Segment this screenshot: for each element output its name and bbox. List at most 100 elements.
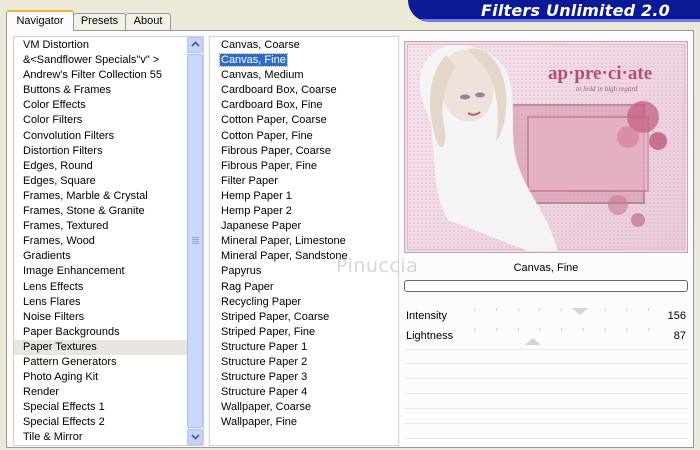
param-lightness[interactable]: Lightness 87 [404,328,688,345]
param-value[interactable]: 156 [668,310,686,322]
filter-item[interactable]: Rag Paper [210,280,398,295]
filter-item[interactable]: Hemp Paper 2 [210,204,398,219]
slider-tick [626,328,627,331]
filter-item-label: Canvas, Medium [221,69,304,82]
category-item[interactable]: Frames, Textured [14,219,188,234]
app-banner: Filters Unlimited 2.0 [408,0,700,22]
preview-title-text: ap·pre·ci·ate [548,63,652,84]
category-item[interactable]: Color Filters [14,113,188,128]
filter-item-label: Mineral Paper, Sandstone [221,250,348,263]
tab-navigator[interactable]: Navigator [6,10,74,31]
category-item[interactable]: Frames, Marble & Crystal [14,189,188,204]
category-item[interactable]: Frames, Stone & Granite [14,204,188,219]
scroll-thumb[interactable] [187,54,203,428]
lightness-slider[interactable] [474,328,649,345]
category-item[interactable]: Gradients [14,249,188,264]
filter-item-label: Fibrous Paper, Coarse [221,144,332,157]
filter-item-label: Structure Paper 4 [221,386,308,399]
filter-item[interactable]: Filter Paper [210,174,398,189]
category-item[interactable]: &<Sandflower Specials"v" > [14,53,188,68]
filter-item[interactable]: Cotton Paper, Coarse [210,113,398,128]
category-item[interactable]: Special Effects 2 [14,415,188,430]
category-item[interactable]: Noise Filters [14,310,188,325]
category-item[interactable]: Paper Textures [14,339,188,355]
filter-item-label: Filter Paper [221,174,278,187]
filter-item[interactable]: Structure Paper 3 [210,370,398,385]
category-items: VM Distortion &<Sandflower Specials"v" > A… [14,37,188,445]
parameter-panel: Intensity 156 Lightness 87 [404,308,688,446]
filter-item[interactable]: Hemp Paper 1 [210,189,398,204]
filter-item[interactable]: Canvas, Fine [210,53,398,68]
tab-about[interactable]: About [125,13,171,30]
category-item[interactable]: Buttons & Frames [14,83,188,98]
category-item[interactable]: Convolution Filters [14,129,188,144]
category-item[interactable]: Edges, Square [14,174,188,189]
filter-item[interactable]: Wallpaper, Coarse [210,400,398,415]
param-label: Lightness [406,330,454,342]
slider-tick [474,328,475,331]
filter-item[interactable]: Mineral Paper, Limestone [210,234,398,249]
filter-item[interactable]: Japanese Paper [210,219,398,234]
intensity-slider[interactable] [474,308,649,325]
filter-item-label: Wallpaper, Fine [221,416,298,429]
slider-thumb[interactable] [525,338,541,345]
filter-item[interactable]: Structure Paper 4 [210,385,398,400]
filter-items: Canvas, Coarse Canvas, Fine Canvas, Medium… [210,37,398,445]
filter-item[interactable]: Canvas, Coarse [210,38,398,53]
category-item[interactable]: VM Distortion [14,38,188,53]
filter-item-label: Mineral Paper, Limestone [221,235,346,248]
filter-item-label: Wallpaper, Coarse [221,401,312,414]
filter-item[interactable]: Structure Paper 2 [210,355,398,370]
progress-bar [404,280,688,292]
category-item[interactable]: Render [14,385,188,400]
slider-thumb[interactable] [572,308,588,315]
filter-item-label: Cardboard Box, Fine [221,99,323,112]
filter-item[interactable]: Cardboard Box, Fine [210,98,398,113]
filter-item[interactable]: Fibrous Paper, Coarse [210,144,398,159]
filter-item[interactable]: Structure Paper 1 [210,340,398,355]
filter-item[interactable]: Striped Paper, Coarse [210,310,398,325]
chevron-down-icon [191,432,200,443]
slider-tick [561,308,562,311]
filter-item[interactable]: Fibrous Paper, Fine [210,159,398,174]
category-item[interactable]: Special Effects 1 [14,400,188,415]
category-item[interactable]: Paper Backgrounds [14,325,188,340]
category-item[interactable]: Lens Flares [14,295,188,310]
category-item[interactable]: Photo Aging Kit [14,370,188,385]
param-intensity[interactable]: Intensity 156 [404,308,688,325]
filter-item[interactable]: Cardboard Box, Coarse [210,83,398,98]
scroll-up-button[interactable] [187,37,203,53]
scroll-down-button[interactable] [187,429,203,445]
filter-item[interactable]: Wallpaper, Fine [210,415,398,430]
category-scrollbar[interactable] [187,37,203,445]
filter-item-label: Hemp Paper 1 [221,189,292,202]
filter-item[interactable]: Cotton Paper, Fine [210,129,398,144]
slider-tick [605,308,606,311]
filter-item-label: Hemp Paper 2 [221,205,292,218]
filter-item-label: Striped Paper, Fine [221,325,316,338]
tab-presets[interactable]: Presets [73,13,126,30]
param-label: Intensity [406,310,447,322]
category-item[interactable]: Pattern Generators [14,355,188,370]
filter-item-label: Cotton Paper, Coarse [221,114,327,127]
category-item[interactable]: Color Effects [14,98,188,113]
category-item[interactable]: Distortion Filters [14,144,188,159]
preview-subtitle-text: to hold in high regard [576,85,638,93]
category-item[interactable]: Lens Effects [14,280,188,295]
filter-item[interactable]: Striped Paper, Fine [210,325,398,340]
param-value[interactable]: 87 [674,330,686,342]
category-item[interactable]: Image Enhancement [14,264,188,279]
slider-tick [518,328,519,331]
filter-item-label: Recycling Paper [221,295,302,308]
category-item[interactable]: Andrew's Filter Collection 55 [14,68,188,83]
category-item[interactable]: Frames, Wood [14,234,188,249]
slider-tick [648,308,649,311]
filter-item[interactable]: Recycling Paper [210,295,398,310]
category-item[interactable]: Tile & Mirror [14,430,188,445]
category-list[interactable]: VM Distortion &<Sandflower Specials"v" > A… [13,36,204,446]
filter-item[interactable]: Canvas, Medium [210,68,398,83]
preview-image: ap·pre·ci·ate to hold in high regard [404,41,688,253]
filter-item-label: Rag Paper [221,280,274,293]
filter-list[interactable]: Canvas, Coarse Canvas, Fine Canvas, Medium… [209,36,399,446]
category-item[interactable]: Edges, Round [14,159,188,174]
